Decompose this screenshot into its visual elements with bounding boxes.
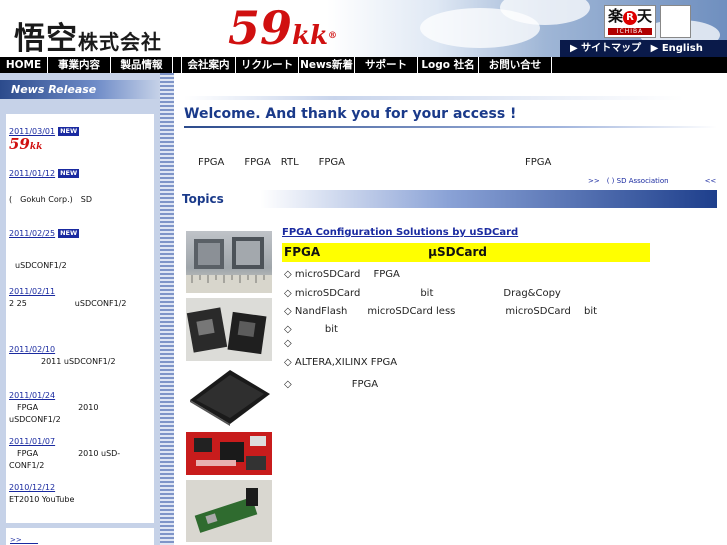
topic-bullet: ◇ NandFlash microSDCard less microSDCard…: [284, 306, 598, 317]
news-logo-suffix: kk: [29, 142, 43, 152]
rakuten-logo: 楽R天: [605, 6, 655, 26]
blank-banner[interactable]: [660, 5, 691, 38]
nav-news[interactable]: News新着: [299, 57, 355, 73]
list-item: 2010/12/12 ET2010 YouTube: [9, 482, 152, 506]
sd-association-link[interactable]: >> ( ) SD Association <<: [588, 176, 716, 186]
nav-support[interactable]: サポート: [355, 57, 418, 73]
news-text: 2 25 uSDCONF1/2: [9, 299, 127, 308]
news-more-link[interactable]: >> ____: [10, 536, 38, 544]
green-module-photo[interactable]: [186, 480, 272, 542]
news-text: ET2010 YouTube: [9, 495, 75, 504]
list-item: 2011/01/07 FPGA 2010 uSD-CONF1/2: [9, 436, 152, 472]
welcome-title: Welcome. And thank you for your access !: [184, 106, 517, 122]
topic-bullet: ◇ ALTERA,XILINX FPGA: [284, 357, 398, 368]
nav-home[interactable]: HOME: [0, 57, 48, 73]
usdcard-adapter-photo[interactable]: [186, 231, 272, 293]
page: 悟空株式会社 59kk® 楽R天 ICHIBA ▶ サイトマップ ▶ Engli…: [0, 0, 727, 545]
news-date-link[interactable]: 2011/02/25: [9, 229, 55, 238]
news-text: ( Gokuh Corp.) SD: [9, 195, 93, 204]
rakuten-ichiba-label: ICHIBA: [608, 28, 652, 35]
rakuten-char2: 天: [637, 7, 653, 25]
logo-kanji-text: 悟空: [14, 21, 78, 57]
news-date-link[interactable]: 2011/01/12: [9, 169, 55, 178]
nav-spacer: [173, 57, 182, 73]
list-item: 2011/01/12 NEW ( Gokuh Corp.) SD: [9, 168, 152, 206]
highlight-left-text: FPGA: [284, 245, 321, 259]
sd-link-end: <<: [704, 177, 717, 185]
red-eval-board-photo[interactable]: [186, 432, 272, 475]
topics-title: Topics: [182, 192, 224, 206]
news-text: FPGA 2010 uSDCONF1/2: [9, 403, 99, 424]
topics-bar: [180, 190, 717, 208]
nav-products[interactable]: 製品情報: [111, 57, 173, 73]
nav-logo-name[interactable]: Logo 社名: [418, 57, 479, 73]
topic-bullet: ◇ microSDCard FPGA: [284, 269, 400, 280]
topic-link[interactable]: FPGA Configuration Solutions by uSDCard: [282, 227, 518, 238]
topic-bullet: ◇ FPGA: [284, 379, 379, 390]
list-item: 2011/03/01 NEW 59kk: [9, 126, 152, 153]
main-nav: HOME 事業内容 製品情報 会社案内 リクルート News新着 サポート Lo…: [0, 57, 727, 73]
news-release-heading: News Release: [0, 80, 160, 99]
topic-bullet: ◇: [284, 338, 292, 349]
list-item: 2011/01/24 FPGA 2010 uSDCONF1/2: [9, 390, 152, 426]
striped-divider: [160, 73, 174, 545]
topic-bullet: ◇ bit: [284, 324, 338, 335]
company-logo-kanji[interactable]: 悟空株式会社: [14, 13, 162, 57]
news-text: uSDCONF1/2: [15, 261, 67, 270]
news-list: 2011/03/01 NEW 59kk 2011/01/12 NEW ( Gokuh…: [6, 114, 154, 523]
registered-mark: ®: [328, 31, 338, 41]
new-badge: NEW: [58, 169, 80, 178]
rakuten-banner[interactable]: 楽R天 ICHIBA: [604, 5, 656, 38]
new-badge: NEW: [58, 229, 80, 238]
news-date-link[interactable]: 2011/02/11: [9, 287, 55, 296]
list-item: 2011/02/25 NEW uSDCONF1/2: [9, 228, 152, 272]
sd-link-text: >> ( ) SD Association: [588, 177, 669, 185]
nav-company[interactable]: 会社案内: [182, 57, 236, 73]
logo-mark-suffix: kk: [292, 21, 329, 51]
header-links: ▶ サイトマップ ▶ English: [560, 40, 727, 57]
list-item: 2011/02/11 2 25 uSDCONF1/2: [9, 286, 152, 310]
news-date-link[interactable]: 2010/12/12: [9, 483, 55, 492]
nav-recruit[interactable]: リクルート: [236, 57, 299, 73]
highlight-right-text: µSDCard: [428, 245, 487, 259]
usdconf-board-photo[interactable]: [186, 298, 272, 361]
welcome-underline: [184, 126, 717, 128]
news-59kk-logo: 59kk: [9, 135, 42, 153]
logo-kanji-suffix: 株式会社: [78, 30, 162, 54]
new-badge: NEW: [58, 127, 80, 136]
logo-mark-number: 59: [228, 1, 293, 55]
topic-highlight: FPGA µSDCard: [282, 243, 650, 262]
rakuten-char1: 楽: [607, 7, 623, 25]
nav-business[interactable]: 事業内容: [48, 57, 111, 73]
company-logo-59kk[interactable]: 59kk®: [228, 2, 337, 57]
news-date-link[interactable]: 2011/02/10: [9, 345, 55, 354]
welcome-decoration: [184, 96, 684, 100]
intro-text: FPGA FPGA RTL FPGA FPGA: [198, 157, 552, 168]
news-logo-number: 59: [9, 135, 30, 153]
fpga-chip-photo[interactable]: [186, 366, 272, 426]
news-text: 2011 uSDCONF1/2: [9, 357, 116, 366]
sitemap-link[interactable]: ▶ サイトマップ: [570, 43, 641, 54]
english-link[interactable]: ▶ English: [651, 43, 703, 54]
rakuten-r-icon: R: [623, 11, 637, 25]
news-date-link[interactable]: 2011/01/24: [9, 391, 55, 400]
news-date-link[interactable]: 2011/01/07: [9, 437, 55, 446]
news-text: FPGA 2010 uSD-CONF1/2: [9, 449, 121, 470]
list-item: 2011/02/10 2011 uSDCONF1/2: [9, 344, 152, 368]
topic-bullet: ◇ microSDCard bit Drag&Copy: [284, 288, 561, 299]
nav-contact[interactable]: お問い合せ: [479, 57, 552, 73]
